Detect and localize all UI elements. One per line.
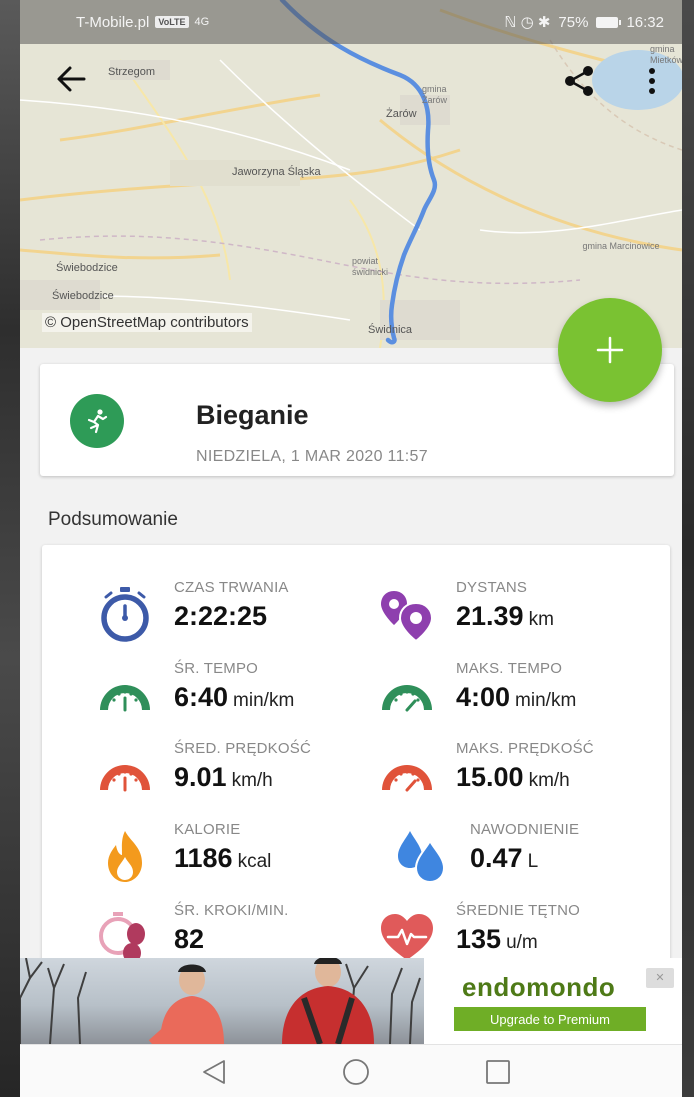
- share-icon: [565, 66, 593, 96]
- more-options-button[interactable]: [640, 64, 664, 98]
- stat-unit: L: [527, 851, 539, 872]
- more-vertical-icon: [649, 68, 655, 94]
- status-icons: ℕ ◷ ✱: [504, 14, 551, 31]
- map-label-powiat: powiat świdnicki: [352, 256, 389, 277]
- endomondo-logo: endomondo: [462, 972, 616, 1002]
- plus-icon: [596, 336, 624, 364]
- nav-back-button[interactable]: [198, 1057, 230, 1087]
- water-drops-icon: [398, 831, 446, 884]
- nav-home-button[interactable]: [340, 1057, 372, 1087]
- stat-value: 2:22:25: [174, 601, 268, 631]
- map-label-zarow: Żarów: [386, 108, 417, 120]
- map-label-gmina-mietkow: gmina Mietków: [650, 44, 682, 65]
- stat-max-speed: MAKS. PRĘDKOŚĆ 15.00 km/h: [378, 740, 668, 810]
- stat-avg-pace: ŚR. TEMPO 6:40 min/km: [96, 660, 386, 730]
- status-bar: T-Mobile.pl VoLTE 4G ℕ ◷ ✱ 75% 16:32: [20, 0, 682, 44]
- map-label-gmina-marcinowice: gmina Marcinowice: [582, 241, 660, 251]
- route-pins-icon: [381, 591, 434, 643]
- nav-recents-button[interactable]: [482, 1057, 514, 1087]
- stat-unit: min/km: [515, 690, 577, 711]
- add-button[interactable]: [558, 298, 662, 402]
- stopwatch-icon: [101, 587, 149, 642]
- map-label-strzegom: Strzegom: [108, 66, 156, 78]
- stat-unit: km/h: [231, 770, 273, 791]
- back-button[interactable]: [54, 62, 88, 96]
- stat-unit: km: [528, 609, 554, 630]
- stat-unit: min/km: [233, 690, 295, 711]
- ad-banner[interactable]: endomondo Upgrade to Premium ✕: [20, 958, 682, 1044]
- map-tiles: [20, 0, 682, 348]
- phone-screen: Strzegom gmina Żarów Żarów Jaworzyna Ślą…: [20, 0, 682, 1097]
- map-label-swidnica: Świdnica: [368, 324, 413, 336]
- stat-hydration: NAWODNIENIE 0.47 L: [392, 821, 670, 891]
- activity-date: NIEDZIELA, 1 MAR 2020 11:57: [196, 448, 428, 465]
- circle-home-icon: [343, 1059, 369, 1085]
- stat-label: ŚREDNIE TĘTNO: [456, 902, 581, 919]
- clock: 16:32: [626, 13, 664, 31]
- speedometer-icon: [100, 685, 150, 712]
- network-type: 4G: [194, 16, 210, 28]
- stat-avg-speed: ŚRED. PRĘDKOŚĆ 9.01 km/h: [96, 740, 386, 810]
- arrow-left-icon: [57, 66, 86, 92]
- stat-value: 135: [456, 924, 502, 954]
- battery-percent: 75%: [558, 13, 589, 31]
- system-nav-bar: [20, 1044, 682, 1097]
- carrier-name: T-Mobile.pl: [76, 13, 150, 31]
- square-recents-icon: [486, 1060, 510, 1084]
- map-attribution[interactable]: © OpenStreetMap contributors: [42, 313, 252, 332]
- speedometer-icon: [100, 765, 150, 792]
- map-label-swiebodzice: Świebodzice: [56, 262, 118, 274]
- stat-label: MAKS. PRĘDKOŚĆ: [456, 740, 594, 757]
- stat-value: 6:40: [174, 682, 229, 712]
- speedometer-icon: [382, 765, 432, 792]
- ad-photo: [20, 958, 424, 1044]
- flame-icon: [108, 831, 142, 882]
- stat-max-pace: MAKS. TEMPO 4:00 min/km: [378, 660, 668, 730]
- map-label-jaworzyna: Jaworzyna Śląska: [232, 166, 321, 178]
- volte-badge: VoLTE: [155, 16, 189, 28]
- stat-value: 4:00: [456, 682, 511, 712]
- route-map[interactable]: Strzegom gmina Żarów Żarów Jaworzyna Ślą…: [20, 0, 682, 348]
- stat-unit: kcal: [237, 851, 272, 872]
- stat-label: MAKS. TEMPO: [456, 660, 563, 677]
- stat-unit: km/h: [528, 770, 570, 791]
- summary-heading: Podsumowanie: [48, 509, 178, 530]
- stat-label: NAWODNIENIE: [470, 821, 580, 838]
- stat-value: 0.47: [470, 843, 523, 873]
- map-label-swiebodzice-2: Świebodzice: [52, 290, 114, 302]
- stat-value: 82: [174, 924, 205, 954]
- stat-value: 15.00: [456, 762, 524, 792]
- stat-calories: KALORIE 1186 kcal: [96, 821, 386, 891]
- stat-value: 1186: [174, 843, 233, 873]
- stat-label: DYSTANS: [456, 579, 528, 596]
- stat-distance: DYSTANS 21.39 km: [378, 579, 668, 649]
- triangle-back-icon: [203, 1060, 225, 1084]
- map-label-gmina-zarow: gmina Żarów: [422, 84, 448, 105]
- stat-label: ŚRED. PRĘDKOŚĆ: [174, 740, 311, 757]
- share-button[interactable]: [562, 64, 596, 98]
- ad-promo[interactable]: endomondo Upgrade to Premium ✕: [424, 958, 682, 1044]
- ad-close-button[interactable]: ✕: [646, 968, 674, 988]
- upgrade-premium-button[interactable]: Upgrade to Premium: [454, 1007, 646, 1031]
- stat-value: 9.01: [174, 762, 227, 792]
- speedometer-icon: [382, 685, 432, 712]
- background-right: [682, 0, 694, 1097]
- battery-icon: [596, 16, 622, 28]
- background-left: [0, 0, 20, 1097]
- stat-label: CZAS TRWANIA: [174, 579, 289, 596]
- stat-duration: CZAS TRWANIA 2:22:25: [96, 579, 386, 649]
- activity-title: Bieganie: [196, 400, 309, 430]
- stat-label: KALORIE: [174, 821, 241, 838]
- stat-label: ŚR. KROKI/MIN.: [174, 902, 289, 919]
- stat-value: 21.39: [456, 601, 524, 631]
- stat-unit: u/m: [506, 932, 538, 953]
- running-icon: [70, 394, 124, 448]
- stat-label: ŚR. TEMPO: [174, 660, 259, 677]
- summary-card: CZAS TRWANIA 2:22:25 DYSTANS 21.39 km ŚR.…: [42, 545, 670, 975]
